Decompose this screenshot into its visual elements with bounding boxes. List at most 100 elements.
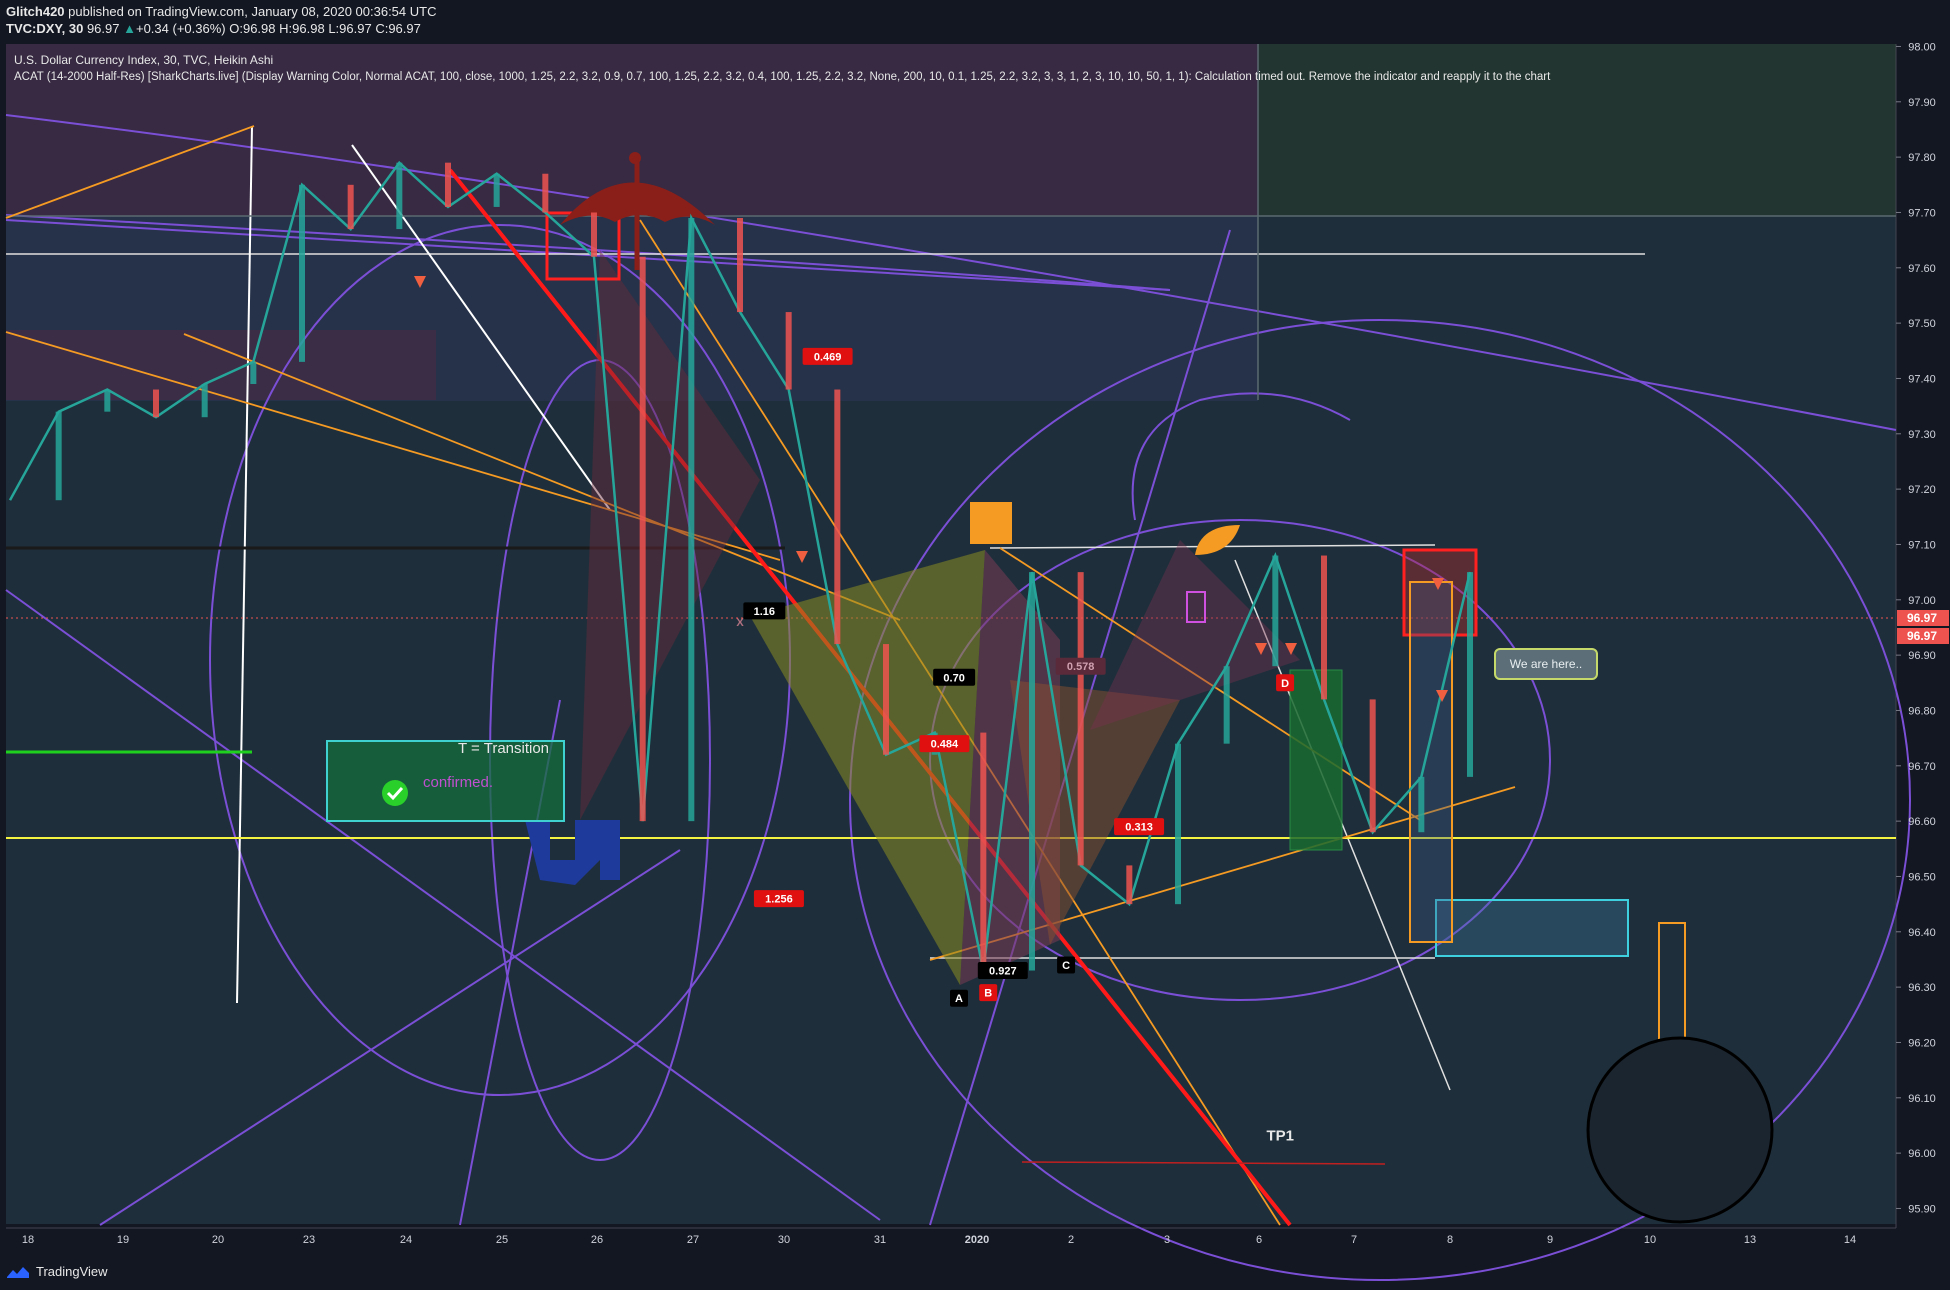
y-tick-label: 96.50 — [1908, 871, 1936, 883]
candle — [1418, 776, 1425, 833]
y-tick-label: 97.70 — [1908, 207, 1936, 219]
candle — [1029, 572, 1035, 971]
y-tick-label: 98.00 — [1908, 41, 1936, 53]
tradingview-brand[interactable]: TradingView — [36, 1264, 108, 1279]
tradingview-logo-icon[interactable] — [6, 1265, 30, 1279]
x-tick-label: 27 — [687, 1234, 699, 1246]
low-value: 96.97 — [339, 21, 372, 36]
candle — [1467, 572, 1473, 777]
x-tick-label: 31 — [874, 1234, 886, 1246]
candle — [250, 361, 257, 384]
candle — [153, 389, 159, 418]
x-tick-label: 19 — [117, 1234, 129, 1246]
y-tick-label: 97.80 — [1908, 152, 1936, 164]
candle — [834, 389, 841, 645]
x-tick-label: 3 — [1164, 1234, 1170, 1246]
pink-zone — [6, 330, 436, 400]
annotation-label: X — [736, 617, 744, 629]
candle — [396, 162, 403, 230]
annotation-label: 0.578 — [1067, 661, 1095, 673]
candle — [1175, 743, 1181, 905]
candle — [591, 212, 597, 257]
annotation-label: 1.256 — [765, 894, 793, 906]
close-label: C: — [375, 21, 389, 36]
annotation-label: 0.484 — [931, 739, 959, 751]
high-value: 96.98 — [292, 21, 325, 36]
ohlc-bar: TVC:DXY, 30 96.97 ▲+0.34 (+0.36%) O:96.9… — [6, 21, 421, 36]
annotation-label: D — [1281, 678, 1289, 690]
y-tick-label: 97.50 — [1908, 318, 1936, 330]
y-tick-label: 96.20 — [1908, 1037, 1936, 1049]
candle — [1369, 699, 1376, 833]
annotation-label: 1.16 — [754, 606, 775, 618]
x-tick-label: 10 — [1644, 1234, 1656, 1246]
x-tick-label: 8 — [1447, 1234, 1453, 1246]
y-tick-label: 96.60 — [1908, 816, 1936, 828]
annotation-label: C — [1062, 960, 1070, 972]
footer: TradingView — [6, 1264, 108, 1279]
candle — [542, 173, 549, 213]
legend-indicator-line[interactable]: ACAT (14-2000 Half-Res) [SharkCharts.liv… — [14, 71, 1550, 83]
legend-series-title[interactable]: U.S. Dollar Currency Index, 30, TVC, Hei… — [14, 53, 273, 67]
x-tick-label: 24 — [400, 1234, 412, 1246]
transition-label: T = Transition — [458, 740, 550, 757]
x-tick-label: 7 — [1351, 1234, 1357, 1246]
y-tick-label: 95.90 — [1908, 1203, 1936, 1215]
x-tick-label: 13 — [1744, 1234, 1756, 1246]
candle — [688, 218, 695, 822]
cyan-target-box — [1435, 899, 1629, 957]
change-up-icon: ▲ — [123, 21, 136, 36]
low-label: L: — [328, 21, 340, 36]
candle — [1126, 865, 1133, 905]
close-value: 96.97 — [388, 21, 421, 36]
open-label: O: — [229, 21, 243, 36]
last-price: 96.97 — [86, 21, 120, 36]
y-tick-label: 97.60 — [1908, 263, 1936, 275]
annotation-label: B — [984, 988, 992, 1000]
orange-tall-box-1 — [1409, 581, 1453, 943]
candle — [1272, 555, 1279, 667]
candle — [104, 389, 111, 412]
annotation-label: 0.70 — [943, 672, 964, 684]
y-tick-label: 96.70 — [1908, 761, 1936, 773]
x-tick-label: 18 — [22, 1234, 34, 1246]
publisher-name[interactable]: Glitch420 — [6, 4, 65, 19]
publish-bar: Glitch420 published on TradingView.com, … — [6, 4, 436, 19]
confirmed-label: confirmed. — [423, 774, 494, 791]
annotation-label: 0.313 — [1125, 822, 1153, 834]
x-tick-label: 2020 — [965, 1234, 989, 1246]
y-tick-label: 96.00 — [1908, 1148, 1936, 1160]
candle — [980, 732, 987, 971]
x-tick-label: 20 — [212, 1234, 224, 1246]
high-label: H: — [279, 21, 293, 36]
annotation-label: 0.927 — [989, 966, 1017, 978]
candle — [445, 162, 451, 207]
y-tick-label: 96.90 — [1908, 650, 1936, 662]
y-tick-label: 96.30 — [1908, 982, 1936, 994]
symbol-label[interactable]: TVC:DXY, 30 — [6, 21, 83, 36]
black-circle — [1586, 1036, 1774, 1224]
candle — [201, 384, 208, 418]
x-tick-label: 9 — [1547, 1234, 1553, 1246]
open-value: 96.98 — [242, 21, 276, 36]
annotation-label: A — [955, 993, 963, 1005]
y-tick-label: 96.40 — [1908, 927, 1936, 939]
candle — [1321, 555, 1327, 700]
candle — [347, 184, 354, 230]
x-tick-label: 30 — [778, 1234, 790, 1246]
candle — [55, 411, 62, 501]
candle — [883, 644, 889, 755]
x-tick-label: 14 — [1844, 1234, 1856, 1246]
we-are-here-callout: We are here.. — [1494, 648, 1598, 680]
y-tick-label: 97.20 — [1908, 484, 1936, 496]
y-tick-label: 96.80 — [1908, 705, 1936, 717]
x-tick-label: 25 — [496, 1234, 508, 1246]
orange-square-marker — [970, 502, 1012, 544]
y-tick-label: 97.00 — [1908, 595, 1936, 607]
annotation-label: 0.469 — [814, 351, 842, 363]
price-chart[interactable]: 98.00 97.90 97.80 97.70 97.60 97.50 97.40 97.30… — [0, 0, 1950, 1290]
candle — [785, 312, 792, 390]
y-tick-label: 96.10 — [1908, 1093, 1936, 1105]
y-tick-label: 97.30 — [1908, 429, 1936, 441]
y-tick-label: 97.10 — [1908, 539, 1936, 551]
